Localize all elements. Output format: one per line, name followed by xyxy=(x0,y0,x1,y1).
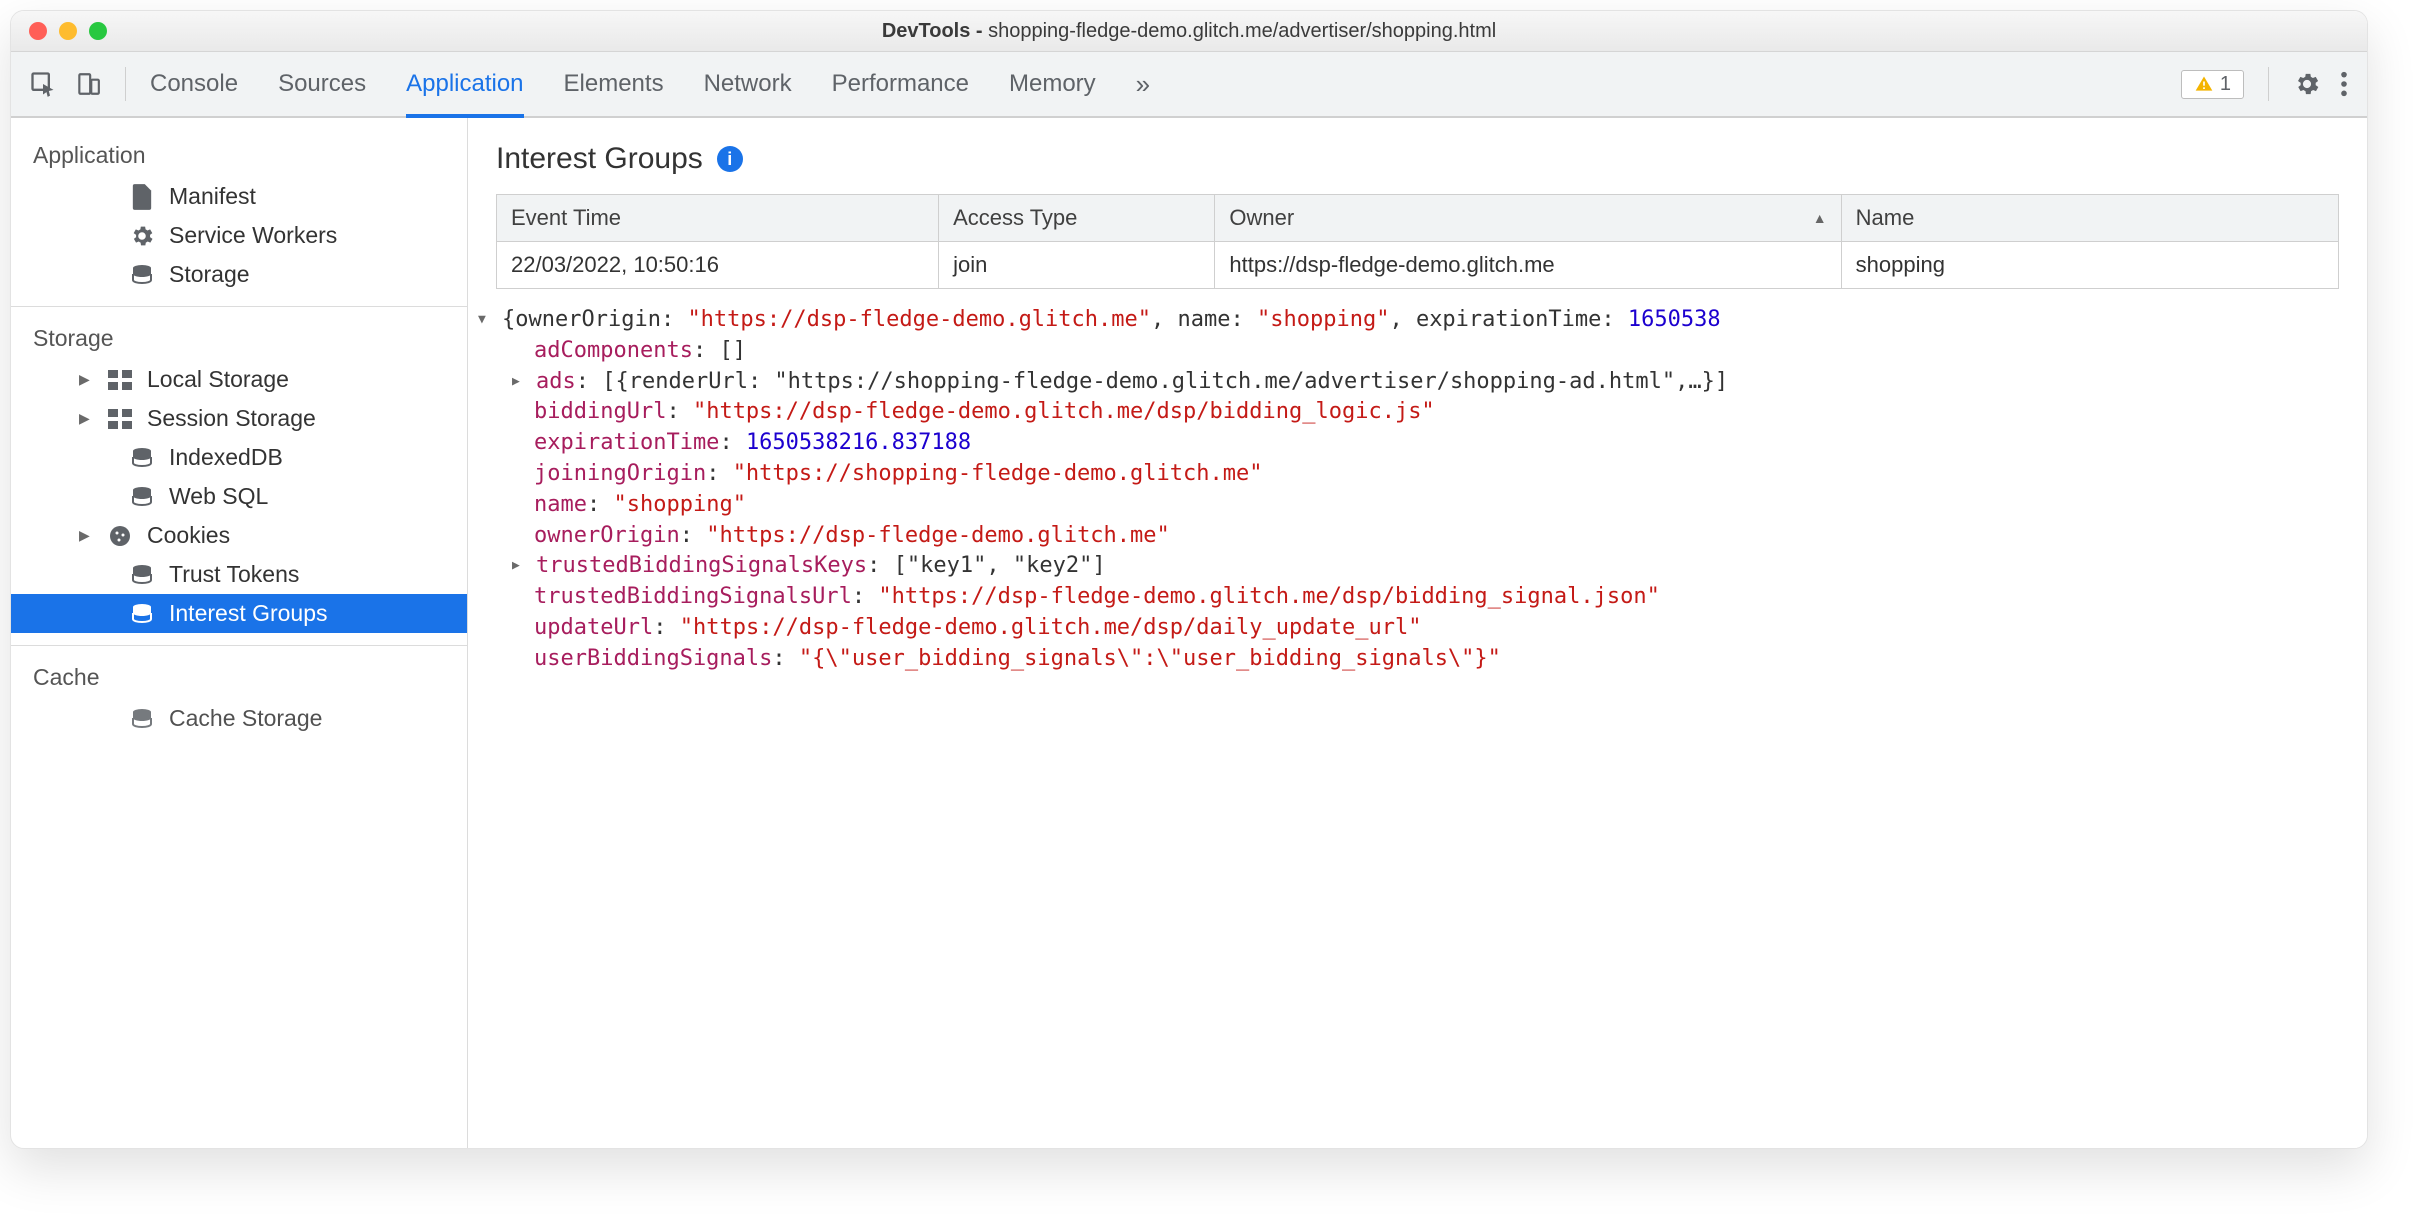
grid-icon xyxy=(107,406,133,432)
window-title-path: shopping-fledge-demo.glitch.me/advertise… xyxy=(988,20,1496,42)
tab-elements[interactable]: Elements xyxy=(564,52,664,116)
main-toolbar: Console Sources Application Elements Net… xyxy=(11,52,2367,118)
tab-console[interactable]: Console xyxy=(150,52,238,116)
minimize-window-button[interactable] xyxy=(59,22,77,40)
expand-arrow-icon[interactable]: ▶ xyxy=(512,373,534,391)
sidebar-item-label: Cookies xyxy=(147,522,230,549)
tab-performance[interactable]: Performance xyxy=(832,52,969,116)
sidebar-item-label: Local Storage xyxy=(147,366,289,393)
device-toggle-icon[interactable] xyxy=(75,70,101,98)
sidebar-item-service-workers[interactable]: Service Workers xyxy=(11,216,467,255)
sidebar-item-cookies[interactable]: ▶ Cookies xyxy=(11,516,467,555)
sidebar-item-label: Service Workers xyxy=(169,222,337,249)
cell-access-type: join xyxy=(939,242,1215,289)
database-icon xyxy=(129,262,155,288)
sidebar-item-storage[interactable]: Storage xyxy=(11,255,467,294)
sidebar-item-label: Web SQL xyxy=(169,483,268,510)
sidebar-item-label: Trust Tokens xyxy=(169,561,299,588)
database-icon xyxy=(129,562,155,588)
database-icon xyxy=(129,706,155,732)
gear-icon xyxy=(129,223,155,249)
interest-groups-table: Event Time Access Type Owner▲ Name 22/03… xyxy=(496,194,2339,289)
database-icon xyxy=(129,484,155,510)
close-window-button[interactable] xyxy=(29,22,47,40)
file-icon xyxy=(129,184,155,210)
sidebar-section-title: Application xyxy=(11,124,467,177)
table-header-access-type[interactable]: Access Type xyxy=(939,195,1215,242)
sidebar-item-label: IndexedDB xyxy=(169,444,283,471)
cell-name: shopping xyxy=(1841,242,2338,289)
sidebar-item-cache-storage[interactable]: Cache Storage xyxy=(11,699,467,738)
tab-network[interactable]: Network xyxy=(704,52,792,116)
tab-application[interactable]: Application xyxy=(406,52,523,116)
main-panel: Interest Groups i Event Time Access Type… xyxy=(468,118,2367,1148)
warnings-count: 1 xyxy=(2220,73,2231,96)
more-tabs-icon[interactable]: » xyxy=(1136,52,1150,116)
table-row[interactable]: 22/03/2022, 10:50:16 join https://dsp-fl… xyxy=(497,242,2339,289)
sidebar-item-session-storage[interactable]: ▶ Session Storage xyxy=(11,399,467,438)
warnings-badge[interactable]: 1 xyxy=(2181,70,2244,99)
collapse-arrow-icon[interactable]: ▼ xyxy=(478,311,500,329)
sidebar-item-trust-tokens[interactable]: Trust Tokens xyxy=(11,555,467,594)
cell-event-time: 22/03/2022, 10:50:16 xyxy=(497,242,939,289)
sort-up-icon: ▲ xyxy=(1813,210,1827,226)
devtools-window: DevTools - shopping-fledge-demo.glitch.m… xyxy=(10,10,2368,1149)
tab-sources[interactable]: Sources xyxy=(278,52,366,116)
sidebar-item-label: Interest Groups xyxy=(169,600,328,627)
warning-icon xyxy=(2194,74,2214,94)
settings-icon[interactable] xyxy=(2293,70,2321,98)
info-icon[interactable]: i xyxy=(717,146,743,172)
sidebar-section-title: Cache xyxy=(11,646,467,699)
database-icon xyxy=(129,601,155,627)
grid-icon xyxy=(107,367,133,393)
more-menu-icon[interactable] xyxy=(2339,70,2349,98)
table-header-owner[interactable]: Owner▲ xyxy=(1215,195,1841,242)
content: Application Manifest Service Workers Sto… xyxy=(11,118,2367,1148)
sidebar-item-label: Session Storage xyxy=(147,405,316,432)
panel-heading: Interest Groups i xyxy=(468,118,2367,194)
sidebar-item-local-storage[interactable]: ▶ Local Storage xyxy=(11,360,467,399)
sidebar-item-indexeddb[interactable]: IndexedDB xyxy=(11,438,467,477)
sidebar-section-title: Storage xyxy=(11,307,467,360)
sidebar-item-manifest[interactable]: Manifest xyxy=(11,177,467,216)
window-title-prefix: DevTools - xyxy=(882,20,988,42)
expand-arrow-icon[interactable]: ▶ xyxy=(512,557,534,575)
toolbar-divider xyxy=(2268,67,2269,101)
sidebar-item-label: Storage xyxy=(169,261,250,288)
cookie-icon xyxy=(107,523,133,549)
titlebar: DevTools - shopping-fledge-demo.glitch.m… xyxy=(11,11,2367,52)
panel-heading-text: Interest Groups xyxy=(496,142,703,176)
sidebar-item-web-sql[interactable]: Web SQL xyxy=(11,477,467,516)
traffic-lights xyxy=(29,22,107,40)
zoom-window-button[interactable] xyxy=(89,22,107,40)
tab-memory[interactable]: Memory xyxy=(1009,52,1096,116)
expand-arrow-icon[interactable]: ▶ xyxy=(79,371,93,388)
expand-arrow-icon[interactable]: ▶ xyxy=(79,410,93,427)
table-header-event-time[interactable]: Event Time xyxy=(497,195,939,242)
cell-owner: https://dsp-fledge-demo.glitch.me xyxy=(1215,242,1841,289)
application-sidebar: Application Manifest Service Workers Sto… xyxy=(11,118,468,1148)
object-inspector[interactable]: ▼{ownerOrigin: "https://dsp-fledge-demo.… xyxy=(468,289,2367,695)
sidebar-item-interest-groups[interactable]: Interest Groups xyxy=(11,594,467,633)
devtools-tabs: Console Sources Application Elements Net… xyxy=(150,52,1150,116)
inspect-element-icon[interactable] xyxy=(29,70,57,98)
expand-arrow-icon[interactable]: ▶ xyxy=(79,527,93,544)
window-title: DevTools - shopping-fledge-demo.glitch.m… xyxy=(27,20,2351,43)
toolbar-divider xyxy=(125,67,126,101)
database-icon xyxy=(129,445,155,471)
sidebar-item-label: Cache Storage xyxy=(169,705,322,732)
table-header-name[interactable]: Name xyxy=(1841,195,2338,242)
sidebar-item-label: Manifest xyxy=(169,183,256,210)
